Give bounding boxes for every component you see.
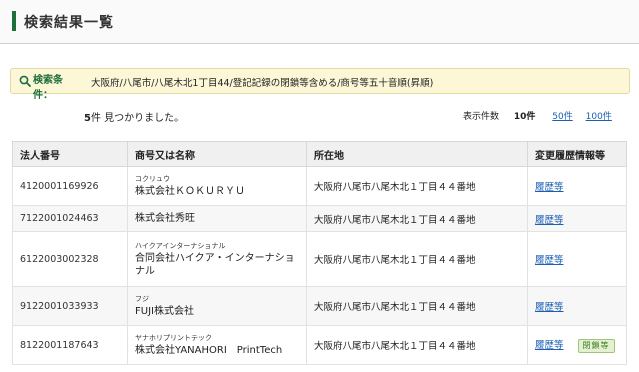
trade-name-cell: ハイクアインターナショナル合同会社ハイクア・インターナショナル bbox=[127, 231, 307, 287]
table-row: 8122001187643 ヤナホリプリントテック株式会社YANAHORI Pr… bbox=[12, 325, 627, 365]
trade-name: 株式会社YANAHORI PrintTech bbox=[135, 345, 283, 356]
trade-name-cell: コクリュウ株式会社ＫＯＫＵＲＹＵ bbox=[127, 166, 307, 206]
furigana: ハイクアインターナショナル bbox=[135, 241, 226, 250]
address: 大阪府八尾市八尾木北１丁目４４番地 bbox=[306, 205, 528, 232]
trade-name: FUJI株式会社 bbox=[135, 306, 194, 317]
title-accent-bar bbox=[12, 11, 16, 31]
corporate-number: 6122003002328 bbox=[12, 231, 128, 287]
table-row: 7122001024463 株式会社秀旺 大阪府八尾市八尾木北１丁目４４番地 履… bbox=[12, 205, 627, 232]
table-header-row: 法人番号 商号又は名称 所在地 変更履歴情報等 bbox=[12, 141, 627, 167]
history-cell: 履歴等 bbox=[527, 286, 627, 326]
address: 大阪府八尾市八尾木北１丁目４４番地 bbox=[306, 286, 528, 326]
trade-name-cell: フジ FUJI株式会社 bbox=[127, 286, 307, 326]
header-corporate-number: 法人番号 bbox=[12, 141, 128, 167]
header-trade-name: 商号又は名称 bbox=[127, 141, 307, 167]
criteria-label: 検索条件： bbox=[33, 75, 63, 101]
history-cell: 履歴等 閉鎖等 bbox=[527, 325, 627, 365]
result-count-text: 件 見つかりました。 bbox=[90, 113, 185, 124]
corporate-number: 8122001187643 bbox=[12, 325, 128, 365]
trade-name-cell: ヤナホリプリントテック株式会社YANAHORI PrintTech bbox=[127, 325, 307, 365]
table-row: 6122003002328 ハイクアインターナショナル合同会社ハイクア・インター… bbox=[12, 231, 627, 287]
criteria-text: 大阪府/八尾市/八尾木北1丁目44/登記記録の閉鎖等含める/商号等五十音順(昇順… bbox=[91, 78, 434, 89]
result-count-number: 5 bbox=[84, 113, 91, 124]
history-link[interactable]: 履歴等 bbox=[535, 302, 564, 313]
furigana: コクリュウ bbox=[135, 175, 170, 183]
furigana: フジ bbox=[135, 295, 149, 303]
per-page-50-link[interactable]: 50件 bbox=[552, 112, 572, 122]
per-page-100-link[interactable]: 100件 bbox=[586, 112, 612, 122]
page-header: 検索結果一覧 bbox=[0, 0, 639, 44]
result-count: 5件 見つかりました。 bbox=[84, 109, 184, 124]
per-page-selector: 表示件数 10件 50件 100件 bbox=[463, 109, 622, 122]
closed-status-badge: 閉鎖等 bbox=[577, 339, 615, 353]
corporate-number: 7122001024463 bbox=[12, 205, 128, 232]
corporate-number: 9122001033933 bbox=[12, 286, 128, 326]
results-table: 法人番号 商号又は名称 所在地 変更履歴情報等 4120001169926 コク… bbox=[12, 141, 627, 365]
table-row: 4120001169926 コクリュウ株式会社ＫＯＫＵＲＹＵ 大阪府八尾市八尾木… bbox=[12, 166, 627, 206]
address: 大阪府八尾市八尾木北１丁目４４番地 bbox=[306, 166, 528, 206]
history-cell: 履歴等 bbox=[527, 205, 627, 232]
per-page-current: 10件 bbox=[513, 112, 536, 122]
header-history: 変更履歴情報等 bbox=[527, 141, 627, 167]
trade-name-cell: 株式会社秀旺 bbox=[127, 205, 307, 232]
history-cell: 履歴等 bbox=[527, 231, 627, 287]
trade-name: 株式会社ＫＯＫＵＲＹＵ bbox=[135, 186, 245, 197]
history-link[interactable]: 履歴等 bbox=[535, 215, 564, 226]
table-row: 9122001033933 フジ FUJI株式会社 大阪府八尾市八尾木北１丁目４４… bbox=[12, 286, 627, 326]
history-link[interactable]: 履歴等 bbox=[535, 182, 564, 193]
history-link[interactable]: 履歴等 bbox=[535, 255, 564, 266]
search-criteria-box: 検索条件： 大阪府/八尾市/八尾木北1丁目44/登記記録の閉鎖等含める/商号等五… bbox=[10, 68, 630, 101]
header-address: 所在地 bbox=[306, 141, 528, 167]
history-link[interactable]: 履歴等 bbox=[535, 340, 564, 351]
trade-name: 合同会社ハイクア・インターナショナル bbox=[135, 252, 295, 277]
furigana: ヤナホリプリントテック bbox=[135, 334, 212, 342]
page-title: 検索結果一覧 bbox=[24, 15, 114, 31]
address: 大阪府八尾市八尾木北１丁目４４番地 bbox=[306, 231, 528, 287]
history-cell: 履歴等 bbox=[527, 166, 627, 206]
search-icon bbox=[19, 75, 31, 87]
trade-name: 株式会社秀旺 bbox=[135, 213, 195, 224]
per-page-label: 表示件数 bbox=[463, 112, 500, 122]
corporate-number: 4120001169926 bbox=[12, 166, 128, 206]
address: 大阪府八尾市八尾木北１丁目４４番地 bbox=[306, 325, 528, 365]
